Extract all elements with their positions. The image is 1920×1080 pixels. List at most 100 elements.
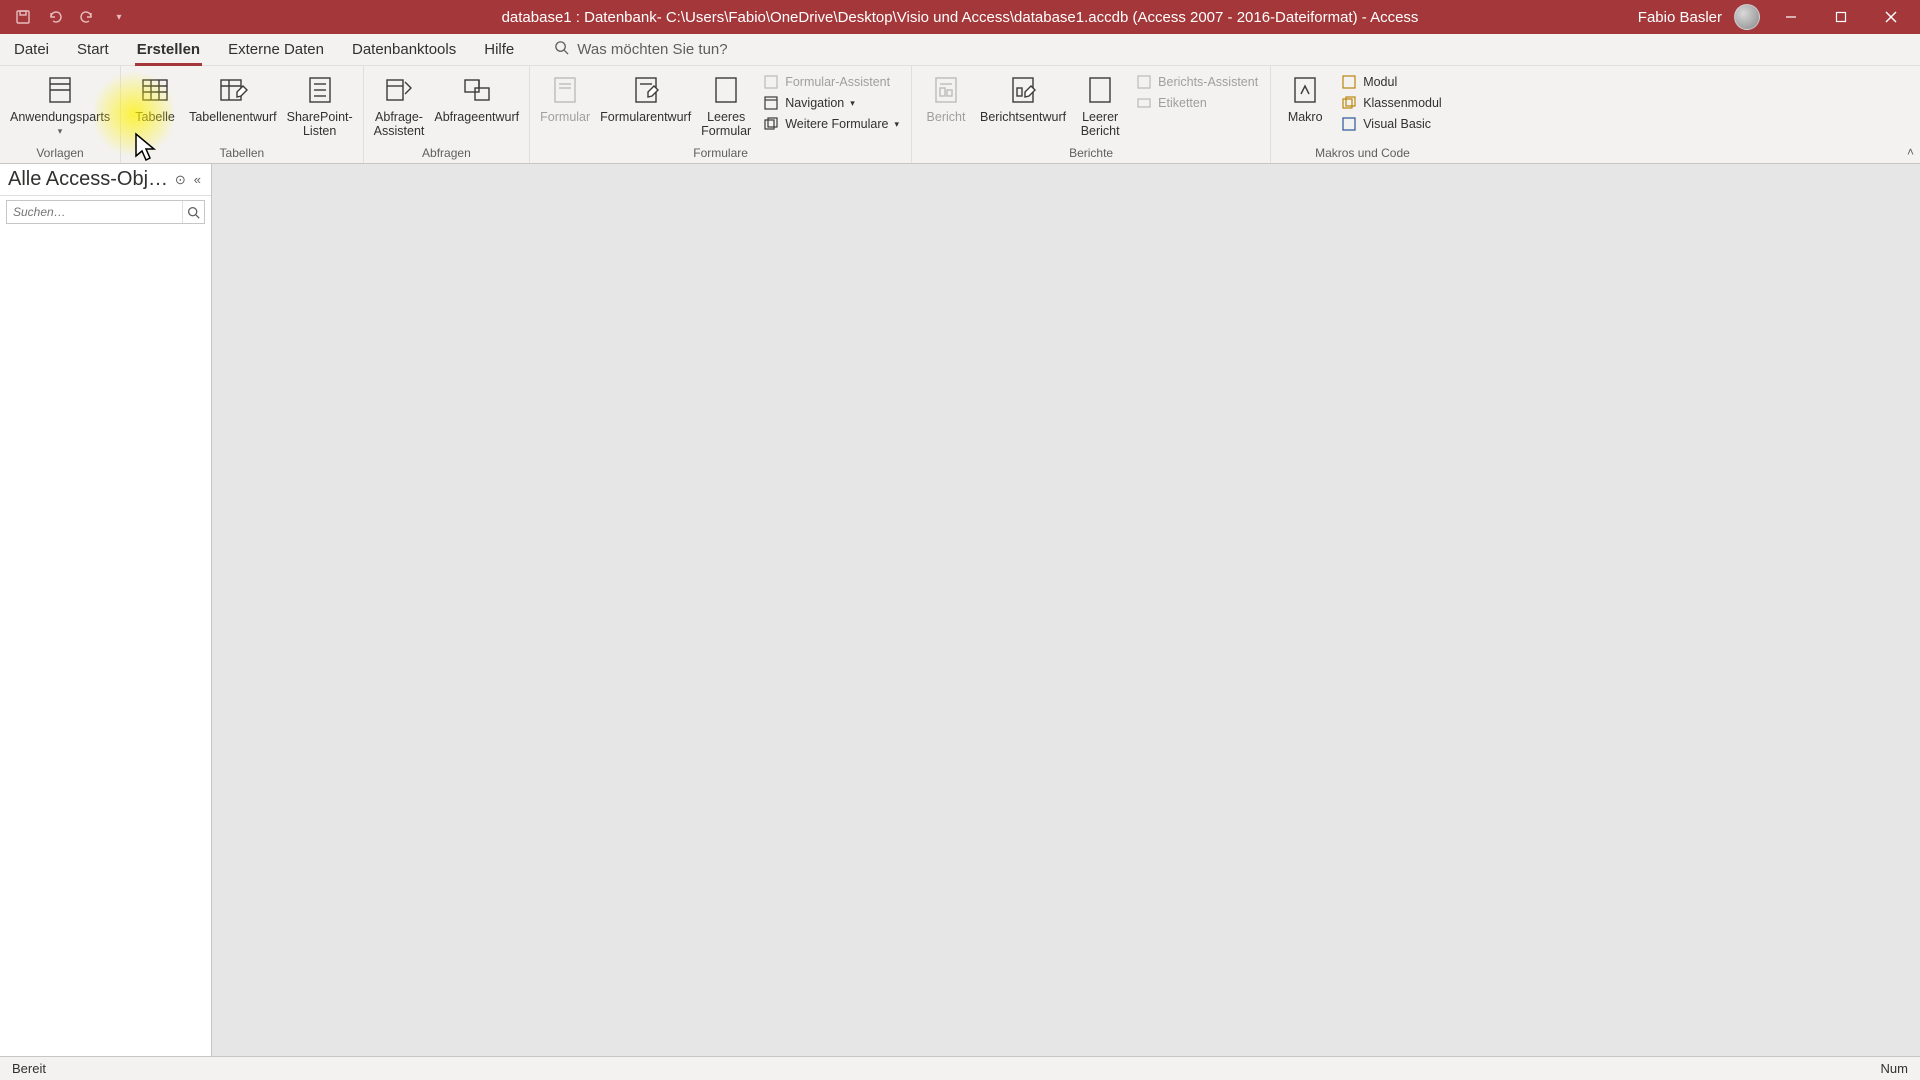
navigation-pane: Alle Access-Obj… ⊙ «: [0, 164, 212, 1056]
etiketten-button: Etiketten: [1130, 93, 1264, 113]
abfrage-assistent-label: Abfrage- Assistent: [374, 110, 425, 139]
bericht-label: Bericht: [927, 110, 966, 124]
tab-hilfe[interactable]: Hilfe: [470, 34, 528, 66]
tell-me-search[interactable]: [554, 40, 837, 59]
tab-datei[interactable]: Datei: [0, 34, 63, 66]
more-forms-icon: [763, 116, 779, 132]
table-design-icon: [215, 72, 251, 108]
search-icon: [554, 40, 569, 59]
module-icon: [1341, 74, 1357, 90]
work-area: [212, 164, 1920, 1056]
formularentwurf-button[interactable]: Formularentwurf: [596, 70, 695, 126]
group-label-berichte: Berichte: [1069, 144, 1113, 163]
leerer-bericht-label: Leerer Bericht: [1081, 110, 1120, 139]
chevron-down-icon: ▾: [850, 98, 855, 109]
nav-search-input[interactable]: [7, 205, 182, 219]
statusbar: Bereit Num: [0, 1056, 1920, 1080]
group-label-formulare: Formulare: [693, 144, 748, 163]
window-title: database1 : Datenbank- C:\Users\Fabio\On…: [502, 9, 1419, 26]
formular-assistent-button: Formular-Assistent: [757, 72, 905, 92]
group-label-abfragen: Abfragen: [422, 144, 471, 163]
qat-dropdown-icon[interactable]: ▾: [110, 8, 128, 26]
berichtsentwurf-button[interactable]: Berichtsentwurf: [976, 70, 1070, 126]
visual-basic-label: Visual Basic: [1363, 117, 1431, 131]
nav-search-button[interactable]: [182, 201, 204, 223]
maximize-button[interactable]: [1822, 0, 1860, 34]
avatar[interactable]: [1734, 4, 1760, 30]
tab-start[interactable]: Start: [63, 34, 123, 66]
ribbon-group-makros: Makro Modul Klassenmodul: [1271, 66, 1454, 163]
leeres-formular-label: Leeres Formular: [701, 110, 751, 139]
ribbon-group-formulare: Formular Formularentwurf Leeres Formular: [530, 66, 912, 163]
ribbon-group-tabellen: Tabelle Tabellenentwurf SharePoint- List…: [121, 66, 364, 163]
quick-access-toolbar: ▾: [0, 8, 128, 26]
bericht-button: Bericht: [918, 70, 974, 126]
report-icon: [928, 72, 964, 108]
form-icon: [547, 72, 583, 108]
berichtsentwurf-label: Berichtsentwurf: [980, 110, 1066, 124]
table-icon: [137, 72, 173, 108]
formular-label: Formular: [540, 110, 590, 124]
abfrageentwurf-label: Abfrageentwurf: [434, 110, 519, 124]
save-icon[interactable]: [14, 8, 32, 26]
close-button[interactable]: [1872, 0, 1910, 34]
makro-label: Makro: [1288, 110, 1323, 124]
tabelle-label: Tabelle: [135, 110, 175, 124]
tabelle-button[interactable]: Tabelle: [127, 70, 183, 126]
nav-search[interactable]: [6, 200, 205, 224]
klassenmodul-label: Klassenmodul: [1363, 96, 1442, 110]
status-right: Num: [1881, 1061, 1908, 1076]
user-name[interactable]: Fabio Basler: [1638, 9, 1722, 26]
tell-me-input[interactable]: [577, 41, 837, 58]
report-wizard-icon: [1136, 74, 1152, 90]
macro-icon: [1287, 72, 1323, 108]
group-label-tabellen: Tabellen: [220, 144, 265, 163]
etiketten-label: Etiketten: [1158, 96, 1207, 110]
navigation-button[interactable]: Navigation ▾: [757, 93, 905, 113]
leerer-bericht-button[interactable]: Leerer Bericht: [1072, 70, 1128, 141]
group-label-makros: Makros und Code: [1315, 144, 1410, 163]
nav-header[interactable]: Alle Access-Obj… ⊙ «: [0, 164, 211, 196]
visual-basic-button[interactable]: Visual Basic: [1335, 114, 1448, 134]
weitere-formulare-button[interactable]: Weitere Formulare ▾: [757, 114, 905, 134]
titlebar: ▾ database1 : Datenbank- C:\Users\Fabio\…: [0, 0, 1920, 34]
ribbon-tabs: Datei Start Erstellen Externe Daten Date…: [0, 34, 1920, 66]
ribbon-group-abfragen: Abfrage- Assistent Abfrageentwurf Abfrag…: [364, 66, 531, 163]
nav-title: Alle Access-Obj…: [8, 168, 171, 191]
class-module-icon: [1341, 95, 1357, 111]
anwendungsparts-button[interactable]: Anwendungsparts ▾: [6, 70, 114, 139]
ribbon: Anwendungsparts ▾ Vorlagen Tabelle Tabel…: [0, 66, 1920, 164]
abfrageentwurf-button[interactable]: Abfrageentwurf: [430, 70, 523, 126]
nav-dropdown-icon[interactable]: ⊙: [171, 172, 190, 188]
nav-collapse-icon[interactable]: «: [190, 172, 205, 187]
form-design-icon: [628, 72, 664, 108]
ribbon-group-berichte: Bericht Berichtsentwurf Leerer Bericht: [912, 66, 1271, 163]
report-design-icon: [1005, 72, 1041, 108]
labels-icon: [1136, 95, 1152, 111]
sharepoint-listen-button[interactable]: SharePoint- Listen: [283, 70, 357, 141]
makro-button[interactable]: Makro: [1277, 70, 1333, 126]
query-design-icon: [459, 72, 495, 108]
navigation-icon: [763, 95, 779, 111]
blank-form-icon: [708, 72, 744, 108]
klassenmodul-button[interactable]: Klassenmodul: [1335, 93, 1448, 113]
formular-assistent-label: Formular-Assistent: [785, 75, 890, 89]
berichts-assistent-button: Berichts-Assistent: [1130, 72, 1264, 92]
formular-button: Formular: [536, 70, 594, 126]
tabellenentwurf-button[interactable]: Tabellenentwurf: [185, 70, 281, 126]
sharepoint-lists-icon: [302, 72, 338, 108]
undo-icon[interactable]: [46, 8, 64, 26]
redo-icon[interactable]: [78, 8, 96, 26]
application-parts-icon: [42, 72, 78, 108]
leeres-formular-button[interactable]: Leeres Formular: [697, 70, 755, 141]
navigation-label: Navigation: [785, 96, 844, 110]
abfrage-assistent-button[interactable]: Abfrage- Assistent: [370, 70, 429, 141]
collapse-ribbon-icon[interactable]: ˄: [1907, 145, 1914, 159]
modul-button[interactable]: Modul: [1335, 72, 1448, 92]
modul-label: Modul: [1363, 75, 1397, 89]
tab-datenbanktools[interactable]: Datenbanktools: [338, 34, 470, 66]
tab-erstellen[interactable]: Erstellen: [123, 34, 214, 66]
tab-externe-daten[interactable]: Externe Daten: [214, 34, 338, 66]
minimize-button[interactable]: [1772, 0, 1810, 34]
visual-basic-icon: [1341, 116, 1357, 132]
